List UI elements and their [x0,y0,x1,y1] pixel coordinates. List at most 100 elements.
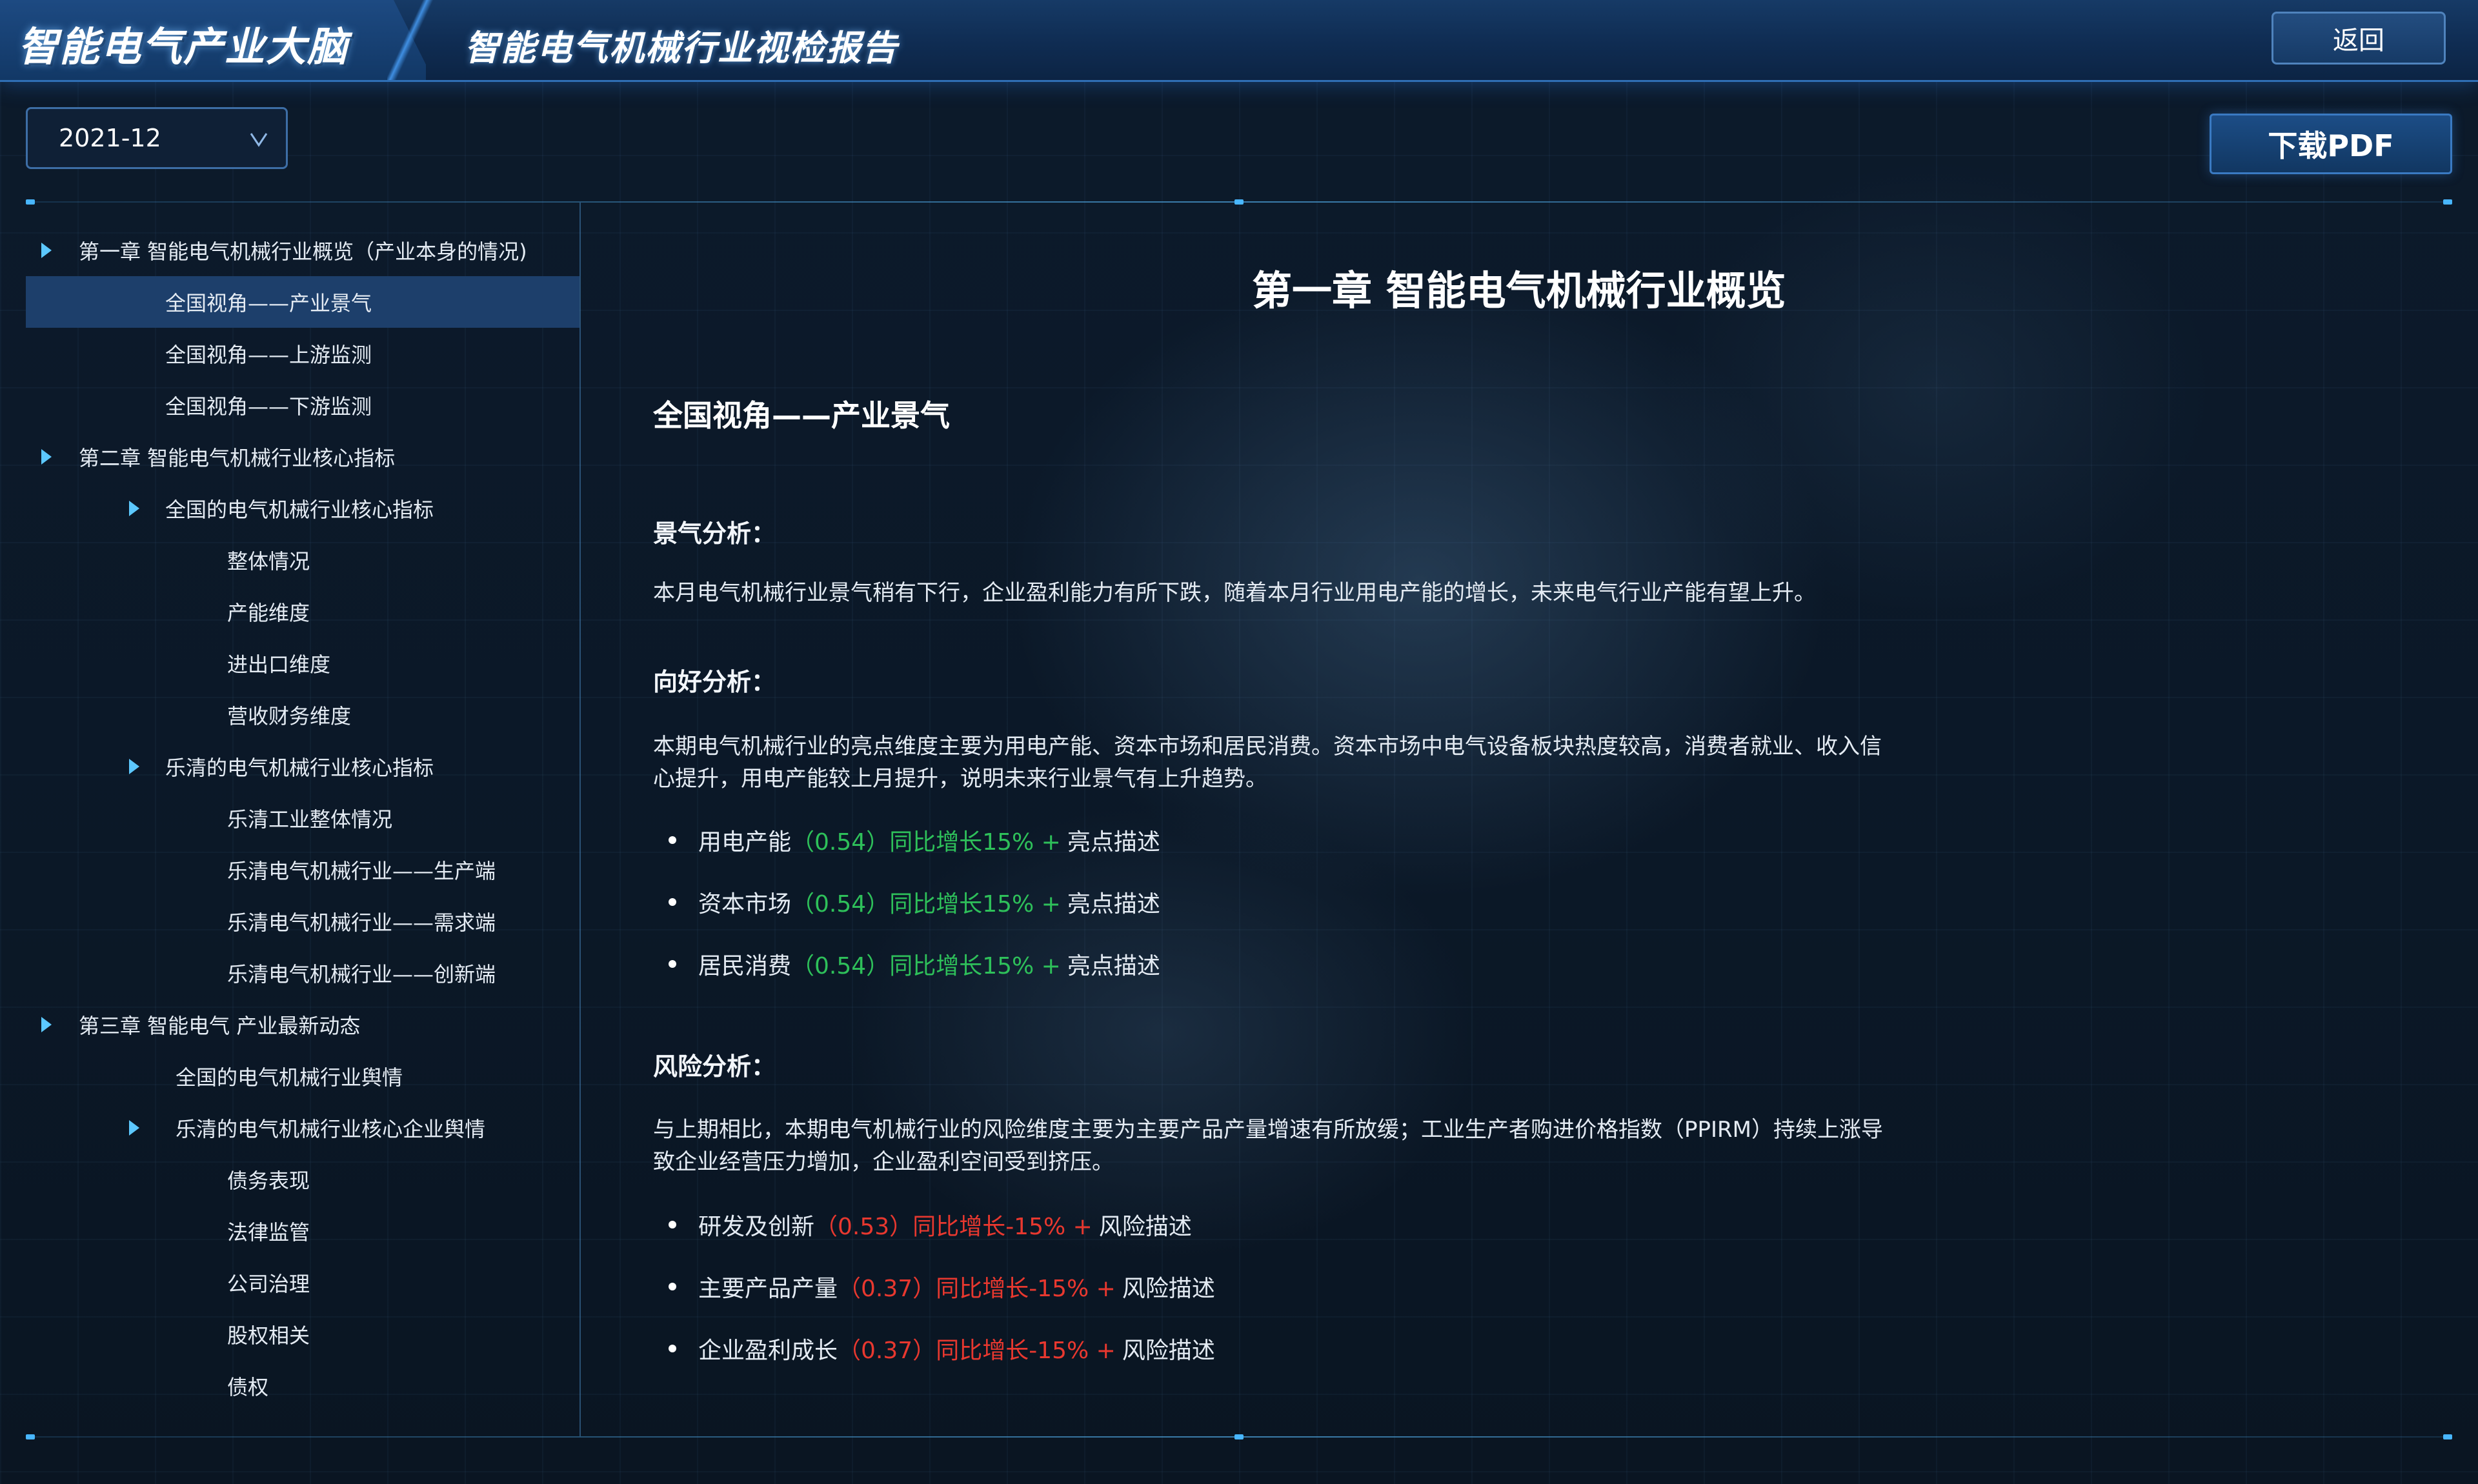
sidebar-item[interactable]: 债务表现 [26,1154,579,1205]
sidebar-item-label: 全国的电气机械行业核心指标 [165,497,434,522]
section-title: 全国视角——产业景气 [653,398,950,433]
sidebar-item[interactable]: 法律监管 [26,1205,579,1257]
expand-arrow-icon[interactable] [41,449,52,465]
sidebar-item-label: 全国视角——产业景气 [165,291,372,316]
expand-arrow-icon[interactable] [129,501,139,516]
sidebar-item[interactable]: 全国视角——上游监测 [26,328,579,379]
sidebar-item[interactable]: 全国的电气机械行业舆情 [26,1050,579,1102]
sidebar-item-label: 乐清的电气机械行业核心指标 [165,756,434,780]
sidebar-item-label: 第二章 智能电气机械行业核心指标 [79,446,396,470]
item-score: （0.37） [838,1338,936,1364]
expand-arrow-icon[interactable] [129,1120,139,1136]
bullet-dot [669,960,676,968]
positive-text-line: 本期电气机械行业的亮点维度主要为用电产能、资本市场和居民消费。资本市场中电气设备… [653,734,1882,759]
sidebar-item[interactable]: 全国视角——下游监测 [26,379,579,431]
expand-arrow-icon[interactable] [41,243,52,258]
sidebar-item-label: 产能维度 [227,601,310,625]
positive-text-line: 心提升，用电产能较上月提升，说明未来行业景气有上升趋势。 [653,766,1267,792]
sidebar-item-label: 乐清电气机械行业——需求端 [227,910,496,935]
boom-text: 本月电气机械行业景气稍有下行，企业盈利能力有所下跌，随着本月行业用电产能的增长，… [653,580,1816,606]
positive-item: 居民消费 （0.54） 同比增长15% + 亮点描述 [669,947,1160,981]
sidebar-item[interactable]: 股权相关 [26,1309,579,1360]
item-desc: 风险描述 [1122,1338,1215,1364]
item-change: 同比增长15% + [889,953,1061,979]
item-change: 同比增长-15% + [912,1214,1093,1240]
sidebar-item-label: 股权相关 [227,1323,310,1348]
risk-item: 企业盈利成长 （0.37） 同比增长-15% + 风险描述 [669,1332,1215,1365]
chapter-title: 第一章 智能电气机械行业概览 [1252,267,1786,314]
item-name: 资本市场 [698,891,792,917]
bullet-dot [669,1221,676,1228]
item-change: 同比增长-15% + [936,1276,1116,1302]
positive-item: 用电产能 （0.54） 同比增长15% + 亮点描述 [669,823,1160,857]
positive-item: 资本市场 （0.54） 同比增长15% + 亮点描述 [669,885,1160,919]
item-score: （0.37） [838,1276,936,1302]
item-score: （0.54） [791,891,890,917]
risk-item: 研发及创新 （0.53） 同比增长-15% + 风险描述 [669,1208,1192,1241]
item-name: 用电产能 [698,829,792,856]
top-divider [26,199,2452,205]
divider-marker [2443,1434,2452,1439]
sidebar-item[interactable]: 第三章 智能电气 产业最新动态 [26,999,579,1050]
item-name: 企业盈利成长 [698,1338,838,1364]
item-name: 主要产品产量 [698,1276,838,1302]
sidebar-item[interactable]: 全国的电气机械行业核心指标 [26,483,579,534]
item-desc: 亮点描述 [1067,891,1160,917]
sidebar-nav: 第一章 智能电气机械行业概览（产业本身的情况) 全国视角——产业景气全国视角——上… [26,225,579,1412]
item-name: 研发及创新 [698,1214,815,1240]
bullet-dot [669,1283,676,1290]
sidebar-item[interactable]: 乐清的电气机械行业核心企业舆情 [26,1102,579,1154]
sidebar-item-label: 全国的电气机械行业舆情 [176,1065,403,1090]
sidebar-item[interactable]: 乐清的电气机械行业核心指标 [26,741,579,792]
boom-heading: 景气分析： [653,519,776,548]
sidebar-item-label: 第三章 智能电气 产业最新动态 [79,1014,361,1038]
sidebar-item[interactable]: 乐清电气机械行业——生产端 [26,844,579,896]
positive-text: 本期电气机械行业的亮点维度主要为用电产能、资本市场和居民消费。资本市场中电气设备… [653,730,1969,795]
sidebar-item[interactable]: 进出口维度 [26,637,579,689]
sidebar-item[interactable]: 公司治理 [26,1257,579,1309]
sidebar-item[interactable]: 乐清电气机械行业——需求端 [26,896,579,947]
risk-item: 主要产品产量 （0.37） 同比增长-15% + 风险描述 [669,1270,1215,1303]
sidebar-divider [579,203,581,1436]
sidebar-item-label: 债务表现 [227,1168,310,1193]
sidebar-item-label: 乐清工业整体情况 [227,807,393,832]
expand-arrow-icon[interactable] [41,1017,52,1032]
sidebar-item[interactable]: 债权 [26,1360,579,1412]
divider-marker [2443,199,2452,205]
back-button[interactable]: 返回 [2272,12,2446,65]
sidebar-item[interactable]: 全国视角——产业景气 [26,276,579,328]
sidebar-item[interactable]: 第一章 智能电气机械行业概览（产业本身的情况) [26,225,579,276]
sidebar-item[interactable]: 营收财务维度 [26,689,579,741]
sidebar-item[interactable]: 乐清工业整体情况 [26,792,579,844]
report-title: 智能电气机械行业视检报告 [465,28,898,68]
sidebar-item-label: 乐清电气机械行业——创新端 [227,962,496,987]
expand-arrow-icon[interactable] [129,759,139,774]
bullet-dot [669,898,676,906]
brand-edge-glow [387,0,439,80]
item-change: 同比增长-15% + [936,1338,1116,1364]
bottom-divider [26,1434,2452,1439]
sidebar-item-label: 全国视角——下游监测 [165,394,372,419]
sidebar-item-label: 债权 [227,1375,269,1399]
date-select[interactable]: 2021-12 [26,107,288,169]
risk-text-line: 致企业经营压力增加，企业盈利空间受到挤压。 [653,1149,1114,1175]
divider-marker [1234,199,1244,205]
item-score: （0.54） [791,953,890,979]
sidebar-item-label: 第一章 智能电气机械行业概览（产业本身的情况) [79,239,527,264]
sidebar-item[interactable]: 整体情况 [26,534,579,586]
item-score: （0.53） [814,1214,913,1240]
download-pdf-button[interactable]: 下载PDF [2210,114,2452,174]
sidebar-item-label: 乐清电气机械行业——生产端 [227,859,496,883]
divider-marker [26,199,35,205]
sidebar-item-label: 整体情况 [227,549,310,574]
sidebar-item-label: 进出口维度 [227,652,331,677]
sidebar-item[interactable]: 乐清电气机械行业——创新端 [26,947,579,999]
item-desc: 亮点描述 [1067,953,1160,979]
item-name: 居民消费 [698,953,792,979]
sidebar-item[interactable]: 产能维度 [26,586,579,637]
sidebar-item-label: 营收财务维度 [227,704,352,728]
item-desc: 风险描述 [1098,1214,1192,1240]
sidebar-item[interactable]: 第二章 智能电气机械行业核心指标 [26,431,579,483]
bullet-dot [669,836,676,844]
item-change: 同比增长15% + [889,829,1061,856]
